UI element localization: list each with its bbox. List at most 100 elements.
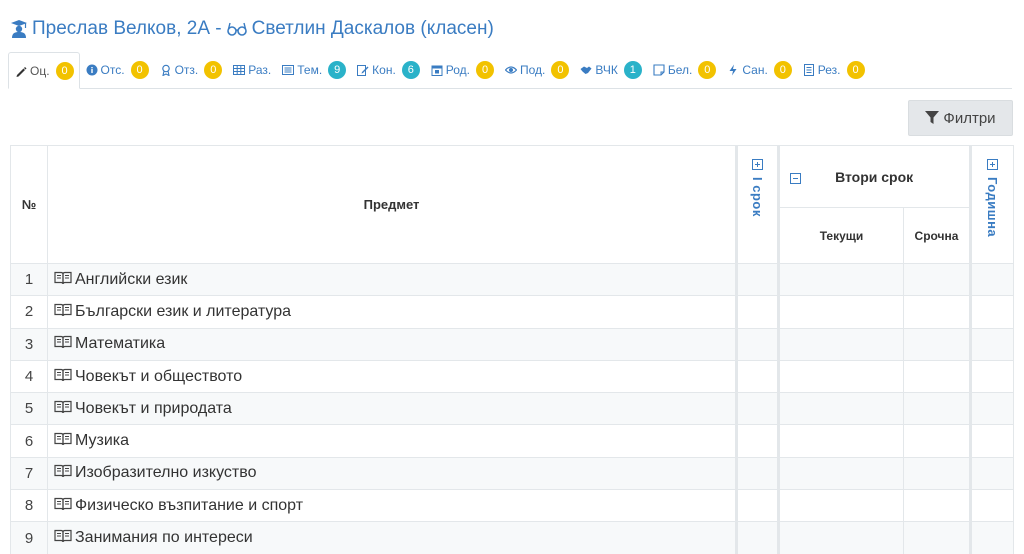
tab-11[interactable]: Сан. 0 bbox=[721, 52, 796, 88]
expand-icon[interactable] bbox=[987, 159, 998, 171]
annual-grade-cell[interactable] bbox=[970, 392, 1014, 426]
annual-grade-cell[interactable] bbox=[970, 295, 1014, 329]
term1-grade-cell[interactable] bbox=[736, 392, 780, 426]
term1-grade-cell[interactable] bbox=[736, 424, 780, 458]
current-grades-cell[interactable] bbox=[778, 295, 904, 329]
current-grades-cell[interactable] bbox=[778, 489, 904, 523]
collapse-icon[interactable] bbox=[790, 172, 801, 184]
tab-count-badge: 0 bbox=[846, 61, 865, 79]
info-icon bbox=[86, 64, 98, 76]
term-grade-cell[interactable] bbox=[903, 392, 972, 426]
term-grade-cell[interactable] bbox=[903, 262, 972, 297]
row-number: 5 bbox=[10, 392, 48, 426]
term-grade-cell[interactable] bbox=[903, 521, 972, 554]
term1-grade-cell[interactable] bbox=[736, 521, 780, 554]
current-grades-cell[interactable] bbox=[778, 262, 904, 297]
filters-button[interactable]: Филтри bbox=[908, 100, 1013, 136]
annual-grade-cell[interactable] bbox=[970, 521, 1014, 554]
term1-grade-cell[interactable] bbox=[736, 295, 780, 329]
subject-row: 6 Музика bbox=[10, 424, 1014, 458]
row-number: 9 bbox=[10, 521, 48, 554]
tab-count-badge: 9 bbox=[328, 61, 347, 79]
glasses-icon bbox=[226, 22, 247, 36]
row-number: 7 bbox=[10, 456, 48, 491]
tab-label: ВЧК bbox=[595, 63, 618, 77]
annual-grade-cell[interactable] bbox=[970, 262, 1014, 297]
list-icon bbox=[282, 65, 295, 75]
subject-row: 4 Човекът и обществото bbox=[10, 359, 1014, 394]
tab-9[interactable]: ВЧК 1 bbox=[574, 52, 646, 88]
book-icon bbox=[54, 433, 72, 446]
subject-name: Музика bbox=[75, 432, 130, 450]
annual-grade-cell[interactable] bbox=[970, 489, 1014, 523]
subject-cell: Английски език bbox=[47, 262, 738, 297]
tab-label: Рез. bbox=[817, 63, 841, 77]
annual-grade-cell[interactable] bbox=[970, 456, 1014, 491]
row-number: 2 bbox=[10, 295, 48, 329]
term1-grade-cell[interactable] bbox=[736, 262, 780, 297]
tab-7[interactable]: Род. 0 bbox=[425, 52, 499, 88]
subject-row: 3 Математика bbox=[10, 327, 1014, 361]
tab-label: Под. bbox=[520, 63, 546, 77]
subject-row: 7 Изобразително изкуство bbox=[10, 456, 1014, 491]
term1-grade-cell[interactable] bbox=[736, 489, 780, 523]
term1-grade-cell[interactable] bbox=[736, 359, 780, 394]
current-grades-cell[interactable] bbox=[778, 392, 904, 426]
subject-row: 9 Занимания по интереси bbox=[10, 521, 1014, 554]
term-grade-cell[interactable] bbox=[903, 295, 972, 329]
book-icon bbox=[54, 336, 72, 349]
term-grade-cell[interactable] bbox=[903, 359, 972, 394]
annual-grade-cell[interactable] bbox=[970, 359, 1014, 394]
book-icon bbox=[54, 271, 72, 284]
book-icon bbox=[54, 368, 72, 381]
current-grades-cell[interactable] bbox=[778, 456, 904, 491]
term2-header[interactable]: Втори срок bbox=[778, 145, 972, 208]
current-grades-header: Текущи bbox=[778, 207, 904, 264]
expand-icon[interactable] bbox=[752, 159, 763, 171]
term1-header[interactable]: I срок bbox=[736, 145, 780, 264]
tab-label: Оц. bbox=[30, 63, 50, 78]
term1-grade-cell[interactable] bbox=[736, 327, 780, 361]
tab-1[interactable]: Оц. 0 bbox=[8, 52, 80, 89]
handshake-icon bbox=[580, 66, 592, 74]
term-grade-cell[interactable] bbox=[903, 424, 972, 458]
annual-grade-cell[interactable] bbox=[970, 327, 1014, 361]
tab-8[interactable]: Под. 0 bbox=[499, 52, 574, 88]
calendar-icon bbox=[431, 65, 443, 76]
grades-table: № Предмет I срок Втори срок Годишна Теку… bbox=[10, 145, 1014, 554]
term1-label: I срок bbox=[750, 177, 765, 217]
tab-10[interactable]: Бел. 0 bbox=[647, 52, 722, 88]
term-grade-cell[interactable] bbox=[903, 456, 972, 491]
tab-label: Отз. bbox=[174, 63, 199, 77]
tab-label: Отс. bbox=[100, 63, 125, 77]
eye-icon bbox=[505, 66, 518, 74]
tab-count-badge: 0 bbox=[130, 61, 149, 79]
term-grade-header: Срочна bbox=[903, 207, 972, 264]
tab-4[interactable]: Раз. bbox=[227, 52, 276, 88]
current-grades-cell[interactable] bbox=[778, 359, 904, 394]
current-grades-cell[interactable] bbox=[778, 327, 904, 361]
row-number: 1 bbox=[10, 262, 48, 297]
subject-cell: Физическо възпитание и спорт bbox=[47, 489, 738, 523]
annual-label: Годишна bbox=[985, 177, 1000, 238]
tab-12[interactable]: Рез. 0 bbox=[797, 52, 870, 88]
book-icon bbox=[54, 497, 72, 510]
doc-list-icon bbox=[803, 64, 814, 76]
term-grade-cell[interactable] bbox=[903, 489, 972, 523]
book-icon bbox=[54, 400, 72, 413]
subject-row: 2 Български език и литература bbox=[10, 295, 1014, 329]
edit-doc-icon bbox=[357, 65, 369, 76]
current-grades-cell[interactable] bbox=[778, 424, 904, 458]
annual-grade-cell[interactable] bbox=[970, 424, 1014, 458]
annual-header[interactable]: Годишна bbox=[970, 145, 1014, 264]
tab-6[interactable]: Кон. 6 bbox=[351, 52, 425, 88]
term1-grade-cell[interactable] bbox=[736, 456, 780, 491]
row-number: 3 bbox=[10, 327, 48, 361]
term-grade-cell[interactable] bbox=[903, 327, 972, 361]
tab-2[interactable]: Отс. 0 bbox=[80, 52, 154, 88]
current-grades-cell[interactable] bbox=[778, 521, 904, 554]
tab-3[interactable]: Отз. 0 bbox=[154, 52, 228, 88]
subject-cell: Математика bbox=[47, 327, 738, 361]
tab-count-badge: 6 bbox=[401, 61, 420, 79]
tab-5[interactable]: Тем. 9 bbox=[276, 52, 351, 88]
